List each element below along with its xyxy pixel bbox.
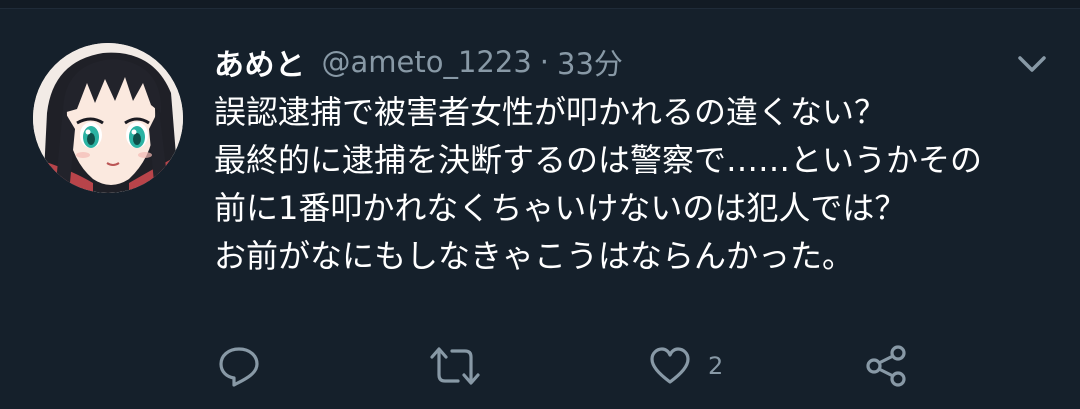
timestamp[interactable]: 33分: [557, 41, 623, 83]
share-icon: [866, 345, 906, 387]
display-name[interactable]: あめと: [214, 40, 306, 84]
heart-icon: [650, 347, 690, 384]
tweet-text-line: 最終的に逮捕を決断するのは警察で……というかその: [214, 141, 983, 179]
reply-icon: [219, 347, 259, 387]
tweet-header: あめと @ameto_1223 · 33分: [214, 40, 623, 84]
avatar[interactable]: [33, 43, 183, 193]
tweet-text: 誤認逮捕で被害者女性が叩かれるの違くない？ 最終的に逮捕を決断するのは警察で………: [214, 88, 1054, 280]
separator-dot: ·: [539, 45, 549, 79]
avatar-illustration: [33, 43, 183, 193]
tweet-text-line: お前がなにもしなきゃこうはならんかった。: [214, 237, 855, 275]
like-button[interactable]: 2: [648, 343, 723, 389]
tweet-text-line: 前に1番叩かれなくちゃいけないのは犯人では？: [214, 189, 907, 227]
retweet-button[interactable]: [428, 343, 482, 389]
chevron-down-icon[interactable]: [1014, 51, 1050, 77]
reply-button[interactable]: [216, 343, 262, 389]
like-count: 2: [708, 352, 724, 380]
tweet-text-line: 誤認逮捕で被害者女性が叩かれるの違くない？: [214, 93, 887, 131]
tweet-card[interactable]: あめと @ameto_1223 · 33分 誤認逮捕で被害者女性が叩かれるの違く…: [0, 0, 1080, 409]
retweet-icon: [430, 347, 480, 385]
share-button[interactable]: [864, 343, 910, 389]
user-handle[interactable]: @ameto_1223: [322, 45, 532, 79]
